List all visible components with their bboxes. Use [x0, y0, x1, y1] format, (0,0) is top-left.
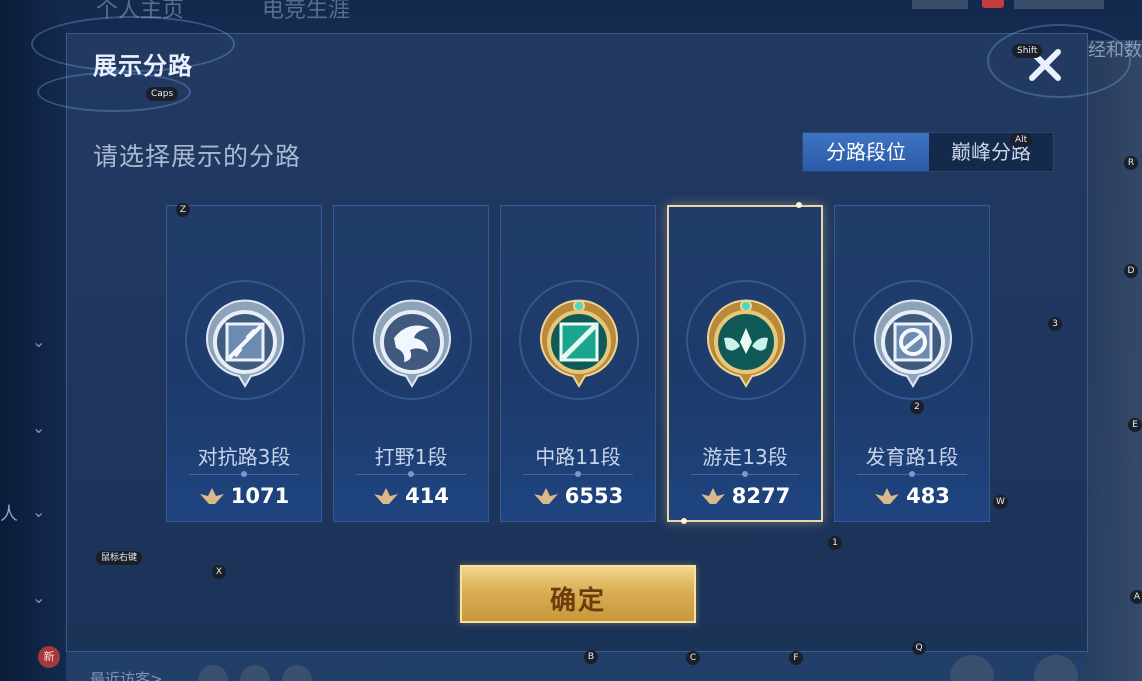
background-tab-career[interactable]: 电竞生涯 [262, 0, 350, 24]
play-button[interactable] [1034, 655, 1078, 681]
background-action-button[interactable] [950, 655, 994, 681]
divider-dot [742, 471, 748, 477]
visitor-avatar[interactable] [282, 665, 312, 681]
tab-peak-lane[interactable]: 巅峰分路 [929, 133, 1053, 171]
lane-power-icon [533, 488, 558, 504]
dialog-subtitle: 请选择展示的分路 [93, 142, 302, 171]
lane-score: 8277 [731, 484, 791, 508]
lane-power-icon [199, 488, 224, 504]
background-top-button-2[interactable] [1014, 0, 1104, 9]
key-hint-f: F [789, 651, 803, 665]
mid-lane-icon [540, 299, 618, 388]
score-row: 8277 [669, 484, 821, 508]
visitor-avatar[interactable] [240, 665, 270, 681]
chevron-down-icon[interactable]: ⌄ [32, 418, 45, 437]
key-hint-caps: Caps [146, 87, 179, 101]
key-hint-mouse-right: 鼠标右键 [96, 551, 143, 565]
lane-score: 414 [405, 484, 449, 508]
lane-label: 对抗路3段 [197, 445, 291, 469]
key-hint-c: C [686, 651, 700, 665]
key-hint-w: W [993, 495, 1008, 509]
key-hint-1: 1 [828, 536, 842, 550]
farm-lane-icon [874, 299, 952, 388]
lane-label: 游走13段 [702, 445, 788, 469]
key-hint-b: B [584, 650, 598, 664]
score-row: 414 [334, 484, 488, 508]
chevron-down-icon[interactable]: ⌄ [32, 502, 45, 521]
key-hint-d: D [1124, 264, 1138, 278]
clash-lane-icon [206, 299, 284, 388]
lane-score: 6553 [564, 484, 624, 508]
lane-power-icon [700, 488, 725, 504]
score-row: 1071 [167, 484, 321, 508]
key-hint-x: X [212, 565, 226, 579]
background-top-button[interactable] [912, 0, 968, 9]
confirm-button[interactable]: 确定 [460, 565, 696, 623]
key-hint-z: Z [176, 203, 190, 217]
recent-visitors-link[interactable]: 最近访客> [90, 668, 163, 681]
divider-dot [408, 471, 414, 477]
divider-dot [909, 471, 915, 477]
lane-score: 1071 [230, 484, 290, 508]
key-hint-a: A [1130, 590, 1142, 604]
key-hint-shift: Shift [1012, 44, 1043, 58]
lane-card-roam[interactable]: 游走13段 8277 [667, 205, 823, 522]
new-badge: 新 [38, 646, 60, 668]
lane-card-clash[interactable]: 对抗路3段 1071 [166, 205, 322, 522]
lane-score: 483 [906, 484, 950, 508]
score-row: 6553 [501, 484, 655, 508]
visitor-avatar[interactable] [198, 665, 228, 681]
lane-card-mid[interactable]: 中路11段 6553 [500, 205, 656, 522]
lane-card-jungle[interactable]: 打野1段 414 [333, 205, 489, 522]
key-hint-r: R [1124, 156, 1138, 170]
key-hint-3: 3 [1048, 317, 1062, 331]
divider-dot [241, 471, 247, 477]
lane-power-icon [875, 488, 900, 504]
lane-label: 打野1段 [374, 445, 448, 469]
roam-icon [707, 299, 785, 388]
confirm-label: 确定 [549, 586, 606, 616]
key-hint-e: E [1128, 418, 1142, 432]
selection-sparkle [681, 518, 687, 524]
background-right-panel [1082, 40, 1142, 681]
background-left-text: 人 [0, 504, 18, 525]
game-screen: 个人主页 电竞生涯 经和数 ⌄ ⌄ ⌄ ⌄ 人 新 最近访客> 展示分路 请选择… [0, 0, 1142, 681]
divider-dot [575, 471, 581, 477]
lane-card-farm[interactable]: 发育路1段 483 [834, 205, 990, 522]
lane-label: 发育路1段 [865, 445, 959, 469]
jungle-icon [373, 299, 451, 388]
dialog-title: 展示分路 [93, 52, 193, 80]
lane-power-icon [374, 488, 399, 504]
vip-badge [982, 0, 1004, 8]
score-row: 483 [835, 484, 989, 508]
key-hint-2: 2 [910, 400, 924, 414]
chevron-down-icon[interactable]: ⌄ [32, 588, 45, 607]
selection-sparkle [796, 202, 802, 208]
key-hint-alt: Alt [1010, 133, 1033, 147]
chevron-down-icon[interactable]: ⌄ [32, 332, 45, 351]
tab-lane-rank[interactable]: 分路段位 [803, 133, 929, 171]
lane-label: 中路11段 [535, 445, 621, 469]
key-hint-q: Q [912, 641, 926, 655]
